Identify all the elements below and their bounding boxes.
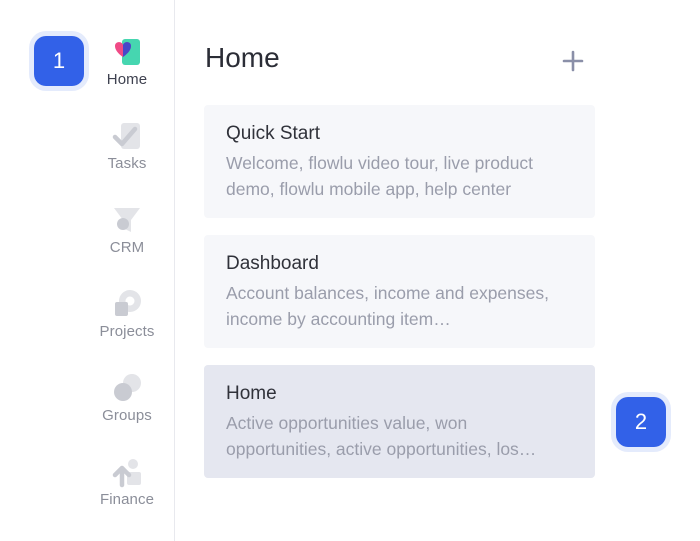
card-title: Dashboard	[226, 253, 319, 274]
finance-icon	[111, 456, 143, 488]
sidebar-item-label: Finance	[99, 491, 155, 508]
card-title: Quick Start	[226, 123, 320, 144]
card-description: Active opportunities value, won opportun…	[226, 413, 537, 459]
sidebar-item-home[interactable]: Home	[83, 36, 171, 88]
plus-icon	[562, 50, 584, 72]
add-button[interactable]	[558, 46, 588, 76]
sidebar-item-label: Home	[106, 71, 148, 88]
card-description: Welcome, flowlu video tour, live product…	[226, 153, 534, 199]
sidebar-item-crm[interactable]: CRM	[83, 204, 171, 256]
sidebar-item-label: CRM	[109, 239, 145, 256]
sidebar-item-finance[interactable]: Finance	[83, 456, 171, 508]
sidebar: Home Tasks CRM Projects Groups Finance	[0, 0, 175, 541]
groups-icon	[111, 372, 143, 404]
crm-icon	[111, 204, 143, 236]
sidebar-item-groups[interactable]: Groups	[83, 372, 171, 424]
card-description: Account balances, income and expenses, i…	[226, 283, 549, 329]
home-icon	[111, 36, 143, 68]
dashboard-card-quick-start[interactable]: Quick Start Welcome, flowlu video tour, …	[204, 105, 595, 218]
dashboard-card-dashboard[interactable]: Dashboard Account balances, income and e…	[204, 235, 595, 348]
tasks-icon	[111, 120, 143, 152]
sidebar-item-label: Groups	[102, 407, 152, 424]
dashboard-card-home[interactable]: Home Active opportunities value, won opp…	[204, 365, 595, 478]
page-title: Home	[205, 42, 280, 73]
sidebar-item-projects[interactable]: Projects	[83, 288, 171, 340]
step-badge-2: 2	[616, 397, 666, 447]
sidebar-item-label: Projects	[99, 323, 155, 340]
step-badge-1: 1	[34, 36, 84, 86]
card-title: Home	[226, 383, 277, 404]
sidebar-item-label: Tasks	[107, 155, 147, 172]
sidebar-item-tasks[interactable]: Tasks	[83, 120, 171, 172]
projects-icon	[111, 288, 143, 320]
